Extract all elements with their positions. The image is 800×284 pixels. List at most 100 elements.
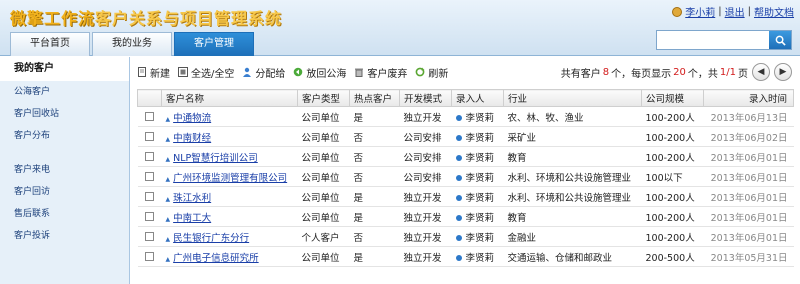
customer-name-link[interactable]: 中南财经 — [173, 133, 211, 144]
customer-type: 公司单位 — [297, 186, 350, 207]
customer-name-link[interactable]: NLP智慧行培训公司 — [173, 153, 258, 164]
customer-name-cell: ▲ 中通物流 — [161, 106, 298, 127]
expand-arrow-icon[interactable]: ▲ — [166, 136, 171, 143]
customer-name-cell: ▲ NLP智慧行培训公司 — [161, 146, 298, 167]
return-icon — [294, 67, 303, 77]
assign-button[interactable]: 分配给 — [242, 65, 285, 80]
tab-customer-management[interactable]: 客户管理 — [174, 32, 254, 56]
row-checkbox[interactable] — [145, 232, 154, 241]
pager-per-page: 20 — [673, 66, 686, 78]
table-row[interactable]: ▲ 中通物流 公司单位是独立开发 李贤莉 农、林、牧、渔业 100-200人 2013年06… — [137, 106, 794, 127]
refresh-icon — [415, 67, 425, 77]
sidebar-item-recycle-bin[interactable]: 客户回收站 — [0, 103, 129, 125]
sidebar-item-complaints[interactable]: 客户投诉 — [0, 225, 129, 247]
customer-type: 公司单位 — [297, 246, 350, 267]
hot-customer: 是 — [349, 186, 400, 207]
row-checkbox[interactable] — [145, 132, 154, 141]
header-size[interactable]: 公司规模 — [641, 89, 704, 107]
header-user[interactable]: 录入人 — [451, 89, 504, 107]
customer-name-link[interactable]: 民生银行广东分行 — [173, 233, 249, 244]
user-dot-icon — [455, 115, 462, 121]
sidebar-item-after-sales[interactable]: 售后联系 — [0, 203, 129, 225]
customer-type: 公司单位 — [297, 106, 350, 127]
prev-page-button[interactable]: ◀ — [752, 63, 770, 81]
row-checkbox[interactable] — [145, 212, 154, 221]
customer-name-cell: ▲ 中南工大 — [161, 206, 298, 227]
logout-link[interactable]: 退出 — [725, 4, 745, 19]
row-checkbox-cell — [137, 206, 162, 227]
select-all-button[interactable]: 全选/全空 — [178, 65, 234, 80]
customer-name-link[interactable]: 珠江水利 — [173, 193, 211, 204]
header-hot[interactable]: 热点客户 — [349, 89, 400, 107]
table-row[interactable]: ▲ 中南财经 公司单位否公司安排 李贤莉 采矿业 100-200人 2013年06月02日 — [137, 126, 794, 147]
pager-suffix: 页 — [738, 68, 748, 80]
header-mode[interactable]: 开发模式 — [399, 89, 452, 107]
entry-user-cell: 李贤莉 — [451, 146, 504, 167]
row-checkbox[interactable] — [145, 192, 154, 201]
header-date[interactable]: 录入时间 — [703, 89, 794, 107]
next-page-button[interactable]: ▶ — [774, 63, 792, 81]
table-row[interactable]: ▲ 珠江水利 公司单位是独立开发 李贤莉 水利、环境和公共设施管理业 100-200人 20… — [137, 186, 794, 207]
help-link[interactable]: 帮助文档 — [754, 4, 794, 19]
refresh-button[interactable]: 刷新 — [415, 65, 448, 80]
row-checkbox[interactable] — [145, 252, 154, 261]
company-size: 100-200人 — [641, 186, 704, 207]
expand-arrow-icon[interactable]: ▲ — [166, 116, 171, 123]
customer-type: 公司单位 — [297, 146, 350, 167]
table-row[interactable]: ▲ 广州电子信息研究所 公司单位是独立开发 李贤莉 交通运输、仓储和邮政业 200-500… — [137, 246, 794, 267]
header-industry[interactable]: 行业 — [503, 89, 642, 107]
expand-arrow-icon[interactable]: ▲ — [166, 176, 171, 183]
select-all-label: 全选/全空 — [191, 68, 235, 80]
row-checkbox-cell — [137, 146, 162, 167]
discard-button[interactable]: 客户废弃 — [354, 65, 407, 80]
new-button[interactable]: 新建 — [137, 65, 170, 80]
sidebar-item-distribution[interactable]: 客户分布 — [0, 125, 129, 147]
table-row[interactable]: ▲ NLP智慧行培训公司 公司单位否公司安排 李贤莉 教育 100-200人 2013年06… — [137, 146, 794, 167]
sidebar-item-public-pool[interactable]: 公海客户 — [0, 81, 129, 103]
row-checkbox[interactable] — [145, 172, 154, 181]
new-doc-icon — [138, 67, 146, 77]
customer-name-link[interactable]: 广州环境监测管理有限公司 — [173, 173, 287, 184]
username-link[interactable]: 李小莉 — [685, 4, 715, 19]
main-content: 新建 全选/全空 分配给 放回公海 客户废弃 刷新 共有客户 8 个，每页显示 … — [131, 57, 800, 284]
expand-arrow-icon[interactable]: ▲ — [166, 156, 171, 163]
sidebar-item-my-customers[interactable]: 我的客户 — [0, 57, 129, 81]
app-header: 微擎工作流客户关系与项目管理系统 李小莉 | 退出 | 帮助文档 平台首页 我的… — [0, 0, 800, 56]
user-dot-icon — [455, 135, 462, 141]
expand-arrow-icon[interactable]: ▲ — [166, 196, 171, 203]
hot-customer: 否 — [349, 146, 400, 167]
customer-name-cell: ▲ 广州环境监测管理有限公司 — [161, 166, 298, 187]
customer-name-link[interactable]: 中南工大 — [173, 213, 211, 224]
expand-arrow-icon[interactable]: ▲ — [166, 256, 171, 263]
entry-user: 李贤莉 — [465, 132, 495, 144]
table-row[interactable]: ▲ 民生银行广东分行 个人客户否独立开发 李贤莉 金融业 100-200人 2013年06月… — [137, 226, 794, 247]
row-checkbox[interactable] — [145, 152, 154, 161]
header-type[interactable]: 客户类型 — [297, 89, 350, 107]
sidebar-item-calls[interactable]: 客户来电 — [0, 159, 129, 181]
customer-name-link[interactable]: 广州电子信息研究所 — [173, 253, 259, 264]
tab-my-business[interactable]: 我的业务 — [92, 32, 172, 56]
table-row[interactable]: ▲ 广州环境监测管理有限公司 公司单位否公司安排 李贤莉 水利、环境和公共设施管理业 10… — [137, 166, 794, 187]
expand-arrow-icon[interactable]: ▲ — [166, 216, 171, 223]
company-size: 100-200人 — [641, 126, 704, 147]
row-checkbox[interactable] — [145, 112, 154, 121]
dev-mode: 公司安排 — [399, 166, 452, 187]
trash-icon — [355, 68, 364, 77]
entry-date: 2013年06月01日 — [703, 226, 794, 247]
row-checkbox-cell — [137, 226, 162, 247]
search-button[interactable] — [769, 31, 791, 49]
return-pool-button[interactable]: 放回公海 — [293, 65, 346, 80]
entry-user-cell: 李贤莉 — [451, 166, 504, 187]
assign-label: 分配给 — [255, 68, 286, 80]
expand-arrow-icon[interactable]: ▲ — [166, 236, 171, 243]
customer-name-cell: ▲ 民生银行广东分行 — [161, 226, 298, 247]
sidebar-item-visits[interactable]: 客户回访 — [0, 181, 129, 203]
header-name[interactable]: 客户名称 — [161, 89, 298, 107]
table-row[interactable]: ▲ 中南工大 公司单位是独立开发 李贤莉 教育 100-200人 2013年06月01日 — [137, 206, 794, 227]
customer-name-link[interactable]: 中通物流 — [173, 113, 211, 124]
logo-system-name: 客户关系与项目管理系统 — [95, 9, 283, 28]
company-size: 100以下 — [641, 166, 704, 187]
row-checkbox-cell — [137, 186, 162, 207]
tab-home[interactable]: 平台首页 — [10, 32, 90, 56]
search-input[interactable] — [657, 31, 769, 49]
